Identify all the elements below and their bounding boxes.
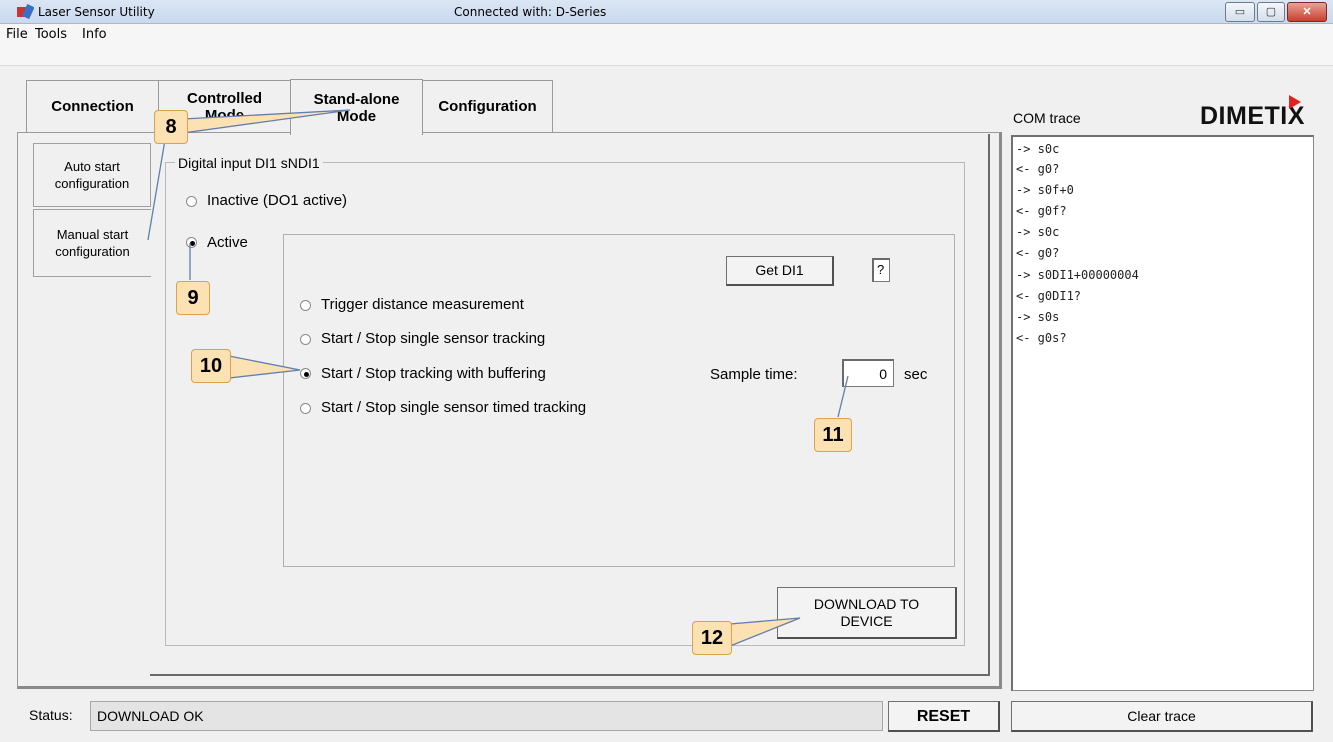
active-radio[interactable] <box>186 237 197 248</box>
tab-stand-alone-mode[interactable]: Stand-alone Mode <box>290 79 423 135</box>
trace-line: <- g0f? <box>1016 204 1067 218</box>
download-label-2: DEVICE <box>840 612 893 629</box>
status-field: DOWNLOAD OK <box>90 701 883 731</box>
buffering-label: Start / Stop tracking with buffering <box>321 365 546 382</box>
status-label: Status: <box>29 707 73 723</box>
trace-line: -> s0s <box>1016 310 1060 324</box>
trace-line: -> s0c <box>1016 142 1060 156</box>
timed-tracking-radio[interactable] <box>300 403 311 414</box>
trace-line: <- g0s? <box>1016 331 1067 345</box>
tab-connection-label: Connection <box>51 98 134 115</box>
reset-button[interactable]: RESET <box>888 701 1000 732</box>
menu-bar <box>0 24 1333 66</box>
tab-controlled-label-1: Controlled <box>187 89 262 107</box>
side-tab-auto-label-1: Auto start <box>64 159 120 174</box>
single-tracking-radio[interactable] <box>300 334 311 345</box>
side-tab-manual-start[interactable]: Manual start configuration <box>33 209 151 277</box>
callout-11: 11 <box>814 418 852 452</box>
close-button[interactable]: ✕ <box>1287 2 1327 22</box>
download-label-1: DOWNLOAD TO <box>813 595 920 612</box>
trace-line: -> s0c <box>1016 225 1060 239</box>
sample-time-input[interactable]: 0 <box>842 359 894 387</box>
active-label: Active <box>207 234 248 251</box>
window-title: Laser Sensor Utility <box>38 5 155 19</box>
callout-12: 12 <box>692 621 732 655</box>
title-bar <box>0 0 1333 24</box>
side-tab-auto-start[interactable]: Auto start configuration <box>33 143 151 207</box>
inactive-radio[interactable] <box>186 196 197 207</box>
trace-line: <- g0DI1? <box>1016 289 1082 303</box>
menu-file[interactable]: File <box>6 27 28 42</box>
get-di1-button[interactable]: Get DI1 <box>726 256 834 286</box>
trace-line: <- g0? <box>1016 162 1060 176</box>
logo-accent-icon <box>1289 95 1301 109</box>
sample-time-unit: sec <box>904 366 928 383</box>
callout-10: 10 <box>191 349 231 383</box>
side-tab-auto-label-2: configuration <box>54 176 130 191</box>
maximize-button[interactable]: ▢ <box>1257 2 1285 22</box>
single-tracking-label: Start / Stop single sensor tracking <box>321 330 546 347</box>
tab-controlled-label-2: Mode <box>204 106 245 124</box>
menu-tools[interactable]: Tools <box>35 27 67 42</box>
download-to-device-button[interactable]: DOWNLOAD TO DEVICE <box>777 587 957 639</box>
com-trace-label: COM trace <box>1013 110 1081 126</box>
timed-tracking-label: Start / Stop single sensor timed trackin… <box>321 399 587 416</box>
trace-line: -> s0DI1+00000004 <box>1016 268 1139 282</box>
menu-info[interactable]: Info <box>82 27 107 42</box>
connection-status: Connected with: D-Series <box>454 5 607 19</box>
callout-9: 9 <box>176 281 210 315</box>
tab-configuration[interactable]: Configuration <box>422 80 553 132</box>
tab-configuration-label: Configuration <box>438 98 537 115</box>
di1-value-field: ? <box>872 258 890 282</box>
minimize-button[interactable]: ▭ <box>1225 2 1255 22</box>
side-tab-manual-label-2: configuration <box>55 244 130 259</box>
sample-time-label: Sample time: <box>710 366 798 383</box>
app-icon <box>17 4 34 20</box>
inactive-label: Inactive (DO1 active) <box>207 192 348 209</box>
trigger-label: Trigger distance measurement <box>321 296 524 313</box>
tab-standalone-label-1: Stand-alone <box>313 90 400 108</box>
tab-standalone-label-2: Mode <box>336 107 377 125</box>
group-legend: Digital input DI1 sNDI1 <box>175 155 323 171</box>
tab-connection[interactable]: Connection <box>26 80 159 132</box>
trigger-radio[interactable] <box>300 300 311 311</box>
com-trace-box[interactable] <box>1011 135 1314 691</box>
trace-line: -> s0f+0 <box>1016 183 1074 197</box>
side-tab-manual-label-1: Manual start <box>56 227 129 242</box>
buffering-radio[interactable] <box>300 368 311 379</box>
trace-line: <- g0? <box>1016 246 1060 260</box>
clear-trace-button[interactable]: Clear trace <box>1011 701 1313 732</box>
callout-8: 8 <box>154 110 188 144</box>
